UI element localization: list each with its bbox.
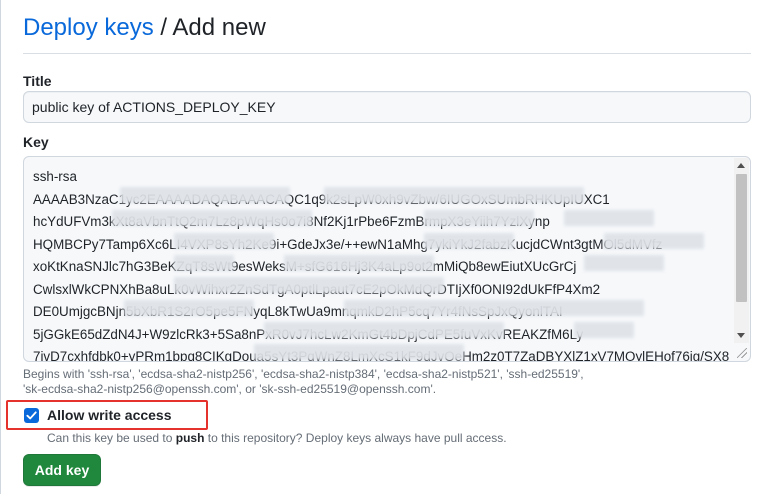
left-border [0,0,1,494]
redaction-blur [124,300,254,316]
checkmark-icon [26,411,37,420]
resize-grip-icon[interactable] [737,348,747,358]
key-format-hint: Begins with 'ssh-rsa', 'ecdsa-sha2-nistp… [23,367,623,397]
redaction-blur [424,233,514,249]
redaction-blur [174,255,234,271]
redaction-blur [112,210,312,226]
redaction-blur [604,233,704,249]
redaction-blur [254,344,464,360]
page-header: Deploy keys / Add new [23,12,751,54]
breadcrumb-separator: / [153,14,173,41]
redaction-blur [264,322,504,338]
add-key-button[interactable]: Add key [23,454,101,486]
scroll-up-arrow-icon[interactable] [737,163,745,168]
note-suffix: to this repository? Deploy keys always h… [204,431,507,445]
redaction-blur [574,322,634,338]
redaction-blur [174,277,444,293]
key-scrollbar[interactable] [734,158,749,343]
key-format-hint-line-2: 'sk-ecdsa-sha2-nistp256@openssh.com', or… [23,382,437,396]
redaction-blur [584,255,664,271]
redaction-blur [120,187,290,203]
redaction-blur [344,300,644,316]
scrollbar-thumb[interactable] [736,174,747,302]
page-title-text: Add new [172,14,266,41]
redaction-blur [424,210,534,226]
title-input[interactable]: public key of ACTIONS_DEPLOY_KEY [23,91,751,123]
key-textarea[interactable]: ssh-rsa AAAAB3NzaC1yc2EAAAADAQABAAACAQC1… [23,156,751,362]
redaction-blur [324,187,584,203]
key-format-hint-line-1: Begins with 'ssh-rsa', 'ecdsa-sha2-nistp… [23,367,584,381]
allow-write-access-checkbox[interactable] [24,408,39,423]
note-push: push [175,431,205,445]
redaction-blur [174,233,274,249]
scroll-down-arrow-icon[interactable] [737,333,745,338]
breadcrumb-deploy-keys-link[interactable]: Deploy keys [23,14,154,41]
allow-write-access-label[interactable]: Allow write access [47,407,172,423]
page-title: Deploy keys / Add new [23,12,751,44]
key-label: Key [23,134,49,150]
allow-write-access-note: Can this key be used to push to this rep… [47,431,507,445]
note-prefix: Can this key be used to [47,431,176,445]
redaction-blur [284,255,434,271]
redaction-blur [564,210,654,226]
title-label: Title [23,73,52,89]
